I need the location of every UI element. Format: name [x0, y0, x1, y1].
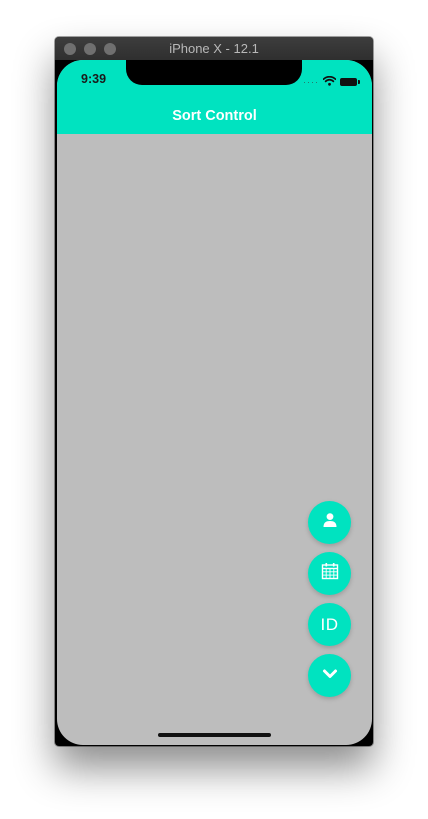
wifi-icon	[322, 73, 337, 91]
toggle-menu-button[interactable]	[308, 654, 351, 697]
sort-by-date-button[interactable]	[308, 552, 351, 595]
calendar-icon	[321, 562, 339, 585]
simulator-title: iPhone X - 12.1	[169, 41, 259, 56]
battery-icon	[340, 78, 360, 86]
id-label: ID	[320, 614, 339, 634]
device-notch	[126, 60, 302, 85]
home-indicator[interactable]	[158, 733, 271, 737]
page-title: Sort Control	[172, 108, 257, 124]
person-icon	[322, 512, 338, 533]
signal-dots-icon: ····	[303, 77, 319, 87]
chevron-down-icon	[322, 667, 338, 685]
app-header: 9:39 ···· Sort Control	[57, 60, 372, 134]
status-icons: ····	[303, 73, 360, 91]
sort-by-user-button[interactable]	[308, 501, 351, 544]
sort-by-id-button[interactable]: ID	[308, 603, 351, 646]
device-screen: 9:39 ···· Sort Control ID	[57, 60, 372, 745]
simulator-titlebar: iPhone X - 12.1	[55, 37, 373, 60]
status-time: 9:39	[81, 72, 107, 86]
